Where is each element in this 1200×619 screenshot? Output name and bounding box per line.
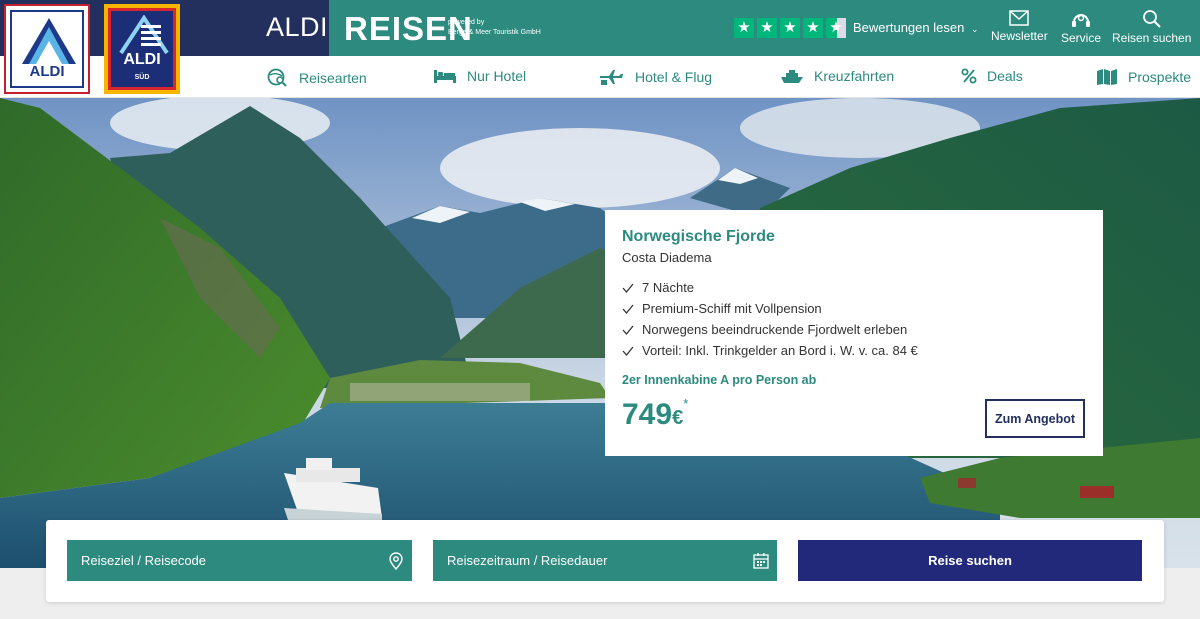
offer-feature: Norwegens beeindruckende Fjordwelt erleb… [622,319,1086,340]
offer-feature: Premium-Schiff mit Vollpension [622,298,1086,319]
offer-price: 749€* [622,396,689,432]
travel-dates-field[interactable]: Reisezeitraum / Reisedauer [433,540,777,581]
price-footnote-mark: * [683,396,689,411]
travel-dates-placeholder: Reisezeitraum / Reisedauer [447,553,608,568]
aldi-nord-logo[interactable]: ALDI [4,4,90,94]
price-currency: € [672,407,684,429]
search-trips-button[interactable]: Reisen suchen [1112,10,1191,45]
trustpilot-stars[interactable]: ★ ★ ★ ★ ★ [734,18,846,38]
nav-item-hotel-flug[interactable]: Hotel & Flug [599,68,712,86]
nav-item-kreuzfahrten[interactable]: Kreuzfahrten [780,68,894,84]
destination-field[interactable]: Reiseziel / Reisecode [67,540,412,581]
newsletter-label: Newsletter [991,29,1048,43]
bed-icon [434,70,456,83]
star-icon: ★ [780,18,800,38]
service-button[interactable]: Service [1061,10,1101,45]
star-icon: ★ [757,18,777,38]
offer-card: Norwegische Fjorde Costa Diadema 7 Nächt… [605,210,1103,456]
half-star-icon: ★ [826,18,846,38]
price-label: 2er Innenkabine A pro Person ab [622,373,817,387]
calendar-icon [753,553,769,569]
offer-subtitle: Costa Diadema [622,250,712,265]
checkmark-icon [622,304,634,314]
aldi-sued-logo-frame: ALDI SÜD [108,8,176,90]
offer-cta-button[interactable]: Zum Angebot [985,399,1085,438]
brochure-icon [1097,69,1117,85]
brand-aldi: ALDI [266,12,329,42]
powered-by-line: powered by [448,19,485,26]
aldi-nord-logo-text: ALDI [29,63,65,80]
main-nav: Reisearten Nur Hotel Hotel & Flug Kreuzf… [0,56,1200,98]
globe-search-icon [267,68,287,87]
location-pin-icon [389,552,403,570]
aldi-sued-logo-text: ALDI [123,51,161,68]
star-icon: ★ [734,18,754,38]
nav-label: Reisearten [299,70,367,86]
nav-label: Deals [987,68,1023,84]
star-icon: ★ [803,18,823,38]
aldi-a-icon [22,18,76,64]
nav-label: Prospekte [1128,69,1192,85]
price-value: 749 [622,398,673,431]
percent-icon [961,68,977,84]
reviews-link[interactable]: Bewertungen lesen ⌄ [853,20,978,35]
offer-title: Norwegische Fjorde [622,228,775,245]
aldi-sued-logo[interactable]: ALDI SÜD [104,4,180,94]
newsletter-button[interactable]: Newsletter [991,10,1048,43]
nav-item-nur-hotel[interactable]: Nur Hotel [433,68,526,84]
aldi-sued-logo-sub: SÜD [134,74,150,81]
aldi-stripes-icon [119,15,169,55]
nav-label: Nur Hotel [467,68,527,84]
offer-features: 7 Nächte Premium-Schiff mit Vollpension … [622,277,1086,361]
offer-feature: 7 Nächte [622,277,1086,298]
nav-item-deals[interactable]: Deals [961,68,1023,84]
search-trips-label: Reisen suchen [1112,31,1192,45]
search-submit-button[interactable]: Reise suchen [798,540,1142,581]
reviews-label: Bewertungen lesen [853,20,965,35]
offer-feature-text: Premium-Schiff mit Vollpension [642,301,822,316]
checkmark-icon [622,325,634,335]
page: ALDI REISEN powered by Berge & Meer Tour… [0,0,1200,619]
top-bar: ALDI REISEN powered by Berge & Meer Tour… [0,0,1200,56]
search-icon [1142,10,1161,28]
destination-placeholder: Reiseziel / Reisecode [81,553,207,568]
offer-feature-text: Vorteil: Inkl. Trinkgelder an Bord i. W.… [642,343,918,358]
chevron-down-icon: ⌄ [970,24,979,34]
checkmark-icon [622,346,634,356]
aldi-nord-logo-frame: ALDI [10,10,84,88]
offer-feature-text: 7 Nächte [642,280,695,295]
plane-hotel-icon [600,70,623,85]
powered-by-company: Berge & Meer Touristik GmbH [448,29,541,36]
service-label: Service [1061,31,1102,45]
offer-feature: Vorteil: Inkl. Trinkgelder an Bord i. W.… [622,340,1086,361]
service-icon [1072,14,1090,27]
offer-feature-text: Norwegens beeindruckende Fjordwelt erleb… [642,322,908,337]
search-box: Reiseziel / Reisecode Reisezeitraum / Re… [46,520,1164,602]
nav-item-reisearten[interactable]: Reisearten [267,68,367,88]
powered-by: powered by Berge & Meer Touristik GmbH [448,18,541,38]
checkmark-icon [622,283,634,293]
newsletter-icon [1009,10,1030,26]
nav-label: Hotel & Flug [635,69,713,85]
ship-icon [781,70,803,83]
nav-item-prospekte[interactable]: Prospekte [1096,68,1191,86]
nav-label: Kreuzfahrten [814,68,895,84]
